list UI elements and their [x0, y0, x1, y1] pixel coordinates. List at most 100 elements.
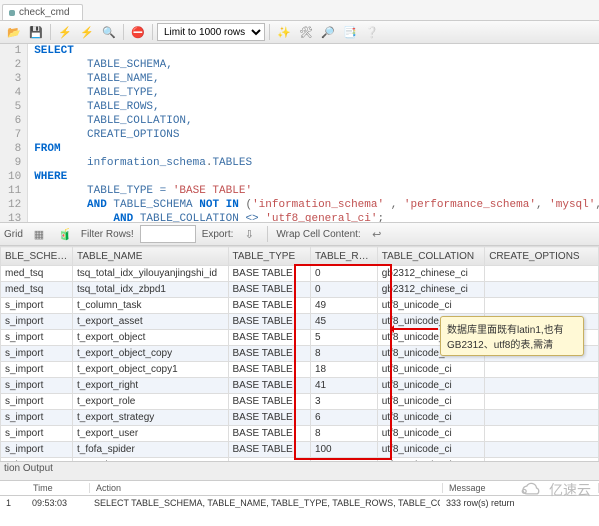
- explain-button[interactable]: 🔍: [99, 22, 119, 42]
- separator: [267, 226, 268, 242]
- column-header[interactable]: TABLE_ROWS: [310, 247, 377, 266]
- table-cell: t_export_object_copy: [73, 346, 229, 362]
- table-cell: s_import: [1, 378, 73, 394]
- filter-rows-input[interactable]: [140, 225, 196, 243]
- table-cell: tsq_total_idx_zbpd1: [73, 282, 229, 298]
- separator: [269, 24, 270, 40]
- table-cell: t_fofa_spider: [73, 442, 229, 458]
- table-row[interactable]: s_importt_ngoda3_reqBASE TABLE0utf8_unic…: [1, 458, 599, 463]
- table-cell: med_tsq: [1, 266, 73, 282]
- limit-rows-select[interactable]: Limit to 1000 rows: [157, 23, 265, 41]
- table-row[interactable]: s_importt_export_userBASE TABLE8utf8_uni…: [1, 426, 599, 442]
- output-row-idx: 1: [0, 498, 26, 508]
- sql-editor[interactable]: 12345678910111213 SELECT TABLE_SCHEMA, T…: [0, 44, 599, 223]
- table-cell: s_import: [1, 394, 73, 410]
- table-cell: BASE TABLE: [228, 298, 310, 314]
- annotation-arrow: [392, 328, 438, 330]
- table-cell: [485, 394, 599, 410]
- editor-tab[interactable]: check_cmd: [2, 4, 83, 20]
- table-cell: 6: [310, 410, 377, 426]
- code-area[interactable]: SELECT TABLE_SCHEMA, TABLE_NAME, TABLE_T…: [28, 44, 599, 222]
- table-cell: t_ngoda3_req: [73, 458, 229, 463]
- separator: [152, 24, 153, 40]
- table-cell: 41: [310, 378, 377, 394]
- save-button[interactable]: 💾: [26, 22, 46, 42]
- table-cell: s_import: [1, 426, 73, 442]
- grid-filter-icon[interactable]: 🧃: [55, 224, 75, 244]
- execute-current-button[interactable]: ⚡: [77, 22, 97, 42]
- help-button[interactable]: ❔: [362, 22, 382, 42]
- table-cell: BASE TABLE: [228, 394, 310, 410]
- open-file-button[interactable]: 📂: [4, 22, 24, 42]
- table-cell: 8: [310, 346, 377, 362]
- output-col-time: Time: [27, 483, 90, 493]
- table-cell: BASE TABLE: [228, 458, 310, 463]
- table-cell: 49: [310, 298, 377, 314]
- table-cell: 18: [310, 362, 377, 378]
- table-cell: t_export_role: [73, 394, 229, 410]
- table-cell: 0: [310, 458, 377, 463]
- grid-label: Grid: [4, 229, 23, 240]
- table-cell: 5: [310, 330, 377, 346]
- table-cell: [485, 266, 599, 282]
- table-cell: utf8_unicode_ci: [377, 410, 484, 426]
- grid-header-row: BLE_SCHEMATABLE_NAMETABLE_TYPETABLE_ROWS…: [1, 247, 599, 266]
- table-cell: BASE TABLE: [228, 410, 310, 426]
- table-row[interactable]: s_importt_column_taskBASE TABLE49utf8_un…: [1, 298, 599, 314]
- table-cell: s_import: [1, 362, 73, 378]
- output-row[interactable]: 1 09:53:03 SELECT TABLE_SCHEMA, TABLE_NA…: [0, 496, 599, 510]
- table-cell: BASE TABLE: [228, 314, 310, 330]
- execute-button[interactable]: ⚡: [55, 22, 75, 42]
- separator: [50, 24, 51, 40]
- column-header[interactable]: CREATE_OPTIONS: [485, 247, 599, 266]
- table-cell: BASE TABLE: [228, 442, 310, 458]
- table-cell: tsq_total_idx_yilouyanjingshi_id: [73, 266, 229, 282]
- table-row[interactable]: med_tsqtsq_total_idx_yilouyanjingshi_idB…: [1, 266, 599, 282]
- table-cell: gb2312_chinese_ci: [377, 282, 484, 298]
- output-row-time: 09:53:03: [26, 498, 88, 508]
- line-gutter: 12345678910111213: [0, 44, 28, 222]
- table-row[interactable]: s_importt_export_object_copy1BASE TABLE1…: [1, 362, 599, 378]
- export-button[interactable]: ⇩: [239, 224, 259, 244]
- wrap-label: Wrap Cell Content:: [276, 229, 360, 240]
- table-cell: [485, 362, 599, 378]
- table-cell: s_import: [1, 330, 73, 346]
- annotation-callout: 数据库里面既有latin1,也有GB2312、utf8的表,需清: [440, 316, 584, 356]
- table-row[interactable]: s_importt_export_strategyBASE TABLE6utf8…: [1, 410, 599, 426]
- column-header[interactable]: TABLE_TYPE: [228, 247, 310, 266]
- table-cell: utf8_unicode_ci: [377, 426, 484, 442]
- grid-nav-button[interactable]: ▦: [29, 224, 49, 244]
- table-cell: t_export_object: [73, 330, 229, 346]
- separator: [123, 24, 124, 40]
- table-cell: BASE TABLE: [228, 330, 310, 346]
- table-cell: BASE TABLE: [228, 378, 310, 394]
- table-cell: t_column_task: [73, 298, 229, 314]
- table-row[interactable]: s_importt_export_rightBASE TABLE41utf8_u…: [1, 378, 599, 394]
- table-cell: med_tsq: [1, 282, 73, 298]
- result-grid-toolbar: Grid ▦ 🧃 Filter Rows! Export: ⇩ Wrap Cel…: [0, 223, 599, 246]
- search-button[interactable]: 🔎: [318, 22, 338, 42]
- column-header[interactable]: BLE_SCHEMA: [1, 247, 73, 266]
- column-header[interactable]: TABLE_COLLATION: [377, 247, 484, 266]
- output-row-action: SELECT TABLE_SCHEMA, TABLE_NAME, TABLE_T…: [88, 498, 440, 508]
- wrap-toggle-button[interactable]: ↩: [367, 224, 387, 244]
- table-row[interactable]: s_importt_fofa_spiderBASE TABLE100utf8_u…: [1, 442, 599, 458]
- stop-button[interactable]: ⛔: [128, 22, 148, 42]
- beautify-button[interactable]: ✨: [274, 22, 294, 42]
- table-cell: BASE TABLE: [228, 282, 310, 298]
- table-cell: utf8_unicode_ci: [377, 394, 484, 410]
- tab-icon: [9, 10, 15, 16]
- table-cell: 100: [310, 442, 377, 458]
- editor-toolbar: 📂 💾 ⚡ ⚡ 🔍 ⛔ Limit to 1000 rows ✨ 🛠 🔎 📑 ❔: [0, 21, 599, 44]
- table-row[interactable]: med_tsqtsq_total_idx_zbpd1BASE TABLE0gb2…: [1, 282, 599, 298]
- table-cell: utf8_unicode_ci: [377, 298, 484, 314]
- tool-button[interactable]: 🛠: [296, 22, 316, 42]
- watermark-text: 亿速云: [549, 480, 591, 500]
- cloud-icon: [519, 481, 545, 499]
- table-cell: s_import: [1, 314, 73, 330]
- output-panel-title: tion Output: [0, 462, 599, 481]
- table-cell: [485, 378, 599, 394]
- table-row[interactable]: s_importt_export_roleBASE TABLE3utf8_uni…: [1, 394, 599, 410]
- column-header[interactable]: TABLE_NAME: [73, 247, 229, 266]
- snippets-button[interactable]: 📑: [340, 22, 360, 42]
